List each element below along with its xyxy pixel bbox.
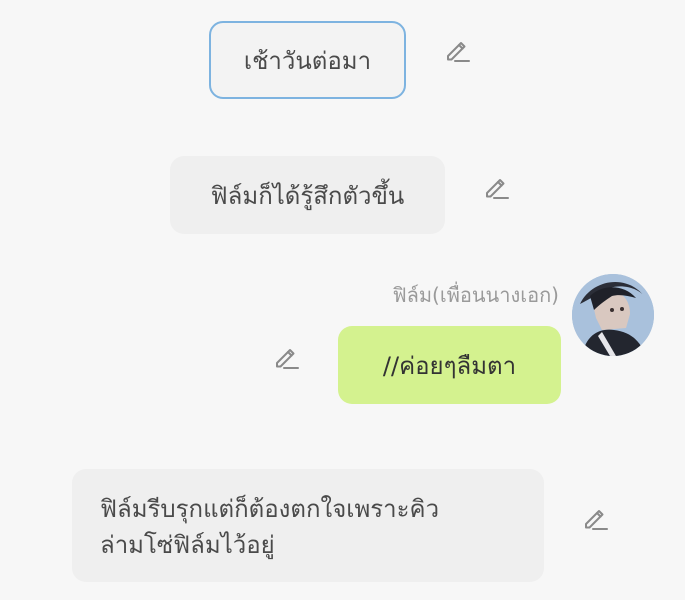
narration-text-2: ฟิล์มก็ได้รู้สึกตัวขึ้น — [210, 181, 405, 210]
narration-bubble-1[interactable]: เช้าวันต่อมา — [209, 21, 406, 99]
narration-bubble-3[interactable]: ฟิล์มรีบรุกแต่ก็ต้องตกใจเพราะคิว ล่ามโซ่… — [72, 469, 544, 582]
edit-pencil-icon[interactable] — [481, 171, 511, 201]
speaker-name: ฟิล์ม(เพื่อนนางเอก) — [392, 283, 559, 307]
edit-pencil-icon[interactable] — [442, 34, 472, 64]
narration-text-3-line-2: ล่ามโซ่ฟิล์มไว้อยู่ — [100, 531, 275, 559]
narration-bubble-2[interactable]: ฟิล์มก็ได้รู้สึกตัวขึ้น — [170, 156, 445, 234]
narration-text-1: เช้าวันต่อมา — [243, 46, 372, 75]
dialogue-bubble[interactable]: //ค่อยๆลืมตา — [338, 326, 561, 404]
narration-text-3-line-1: ฟิล์มรีบรุกแต่ก็ต้องตกใจเพราะคิว — [100, 495, 440, 523]
character-avatar[interactable] — [572, 274, 654, 356]
edit-pencil-icon[interactable] — [580, 502, 610, 532]
edit-pencil-icon[interactable] — [271, 341, 301, 371]
dialogue-text: //ค่อยๆลืมตา — [382, 351, 517, 380]
